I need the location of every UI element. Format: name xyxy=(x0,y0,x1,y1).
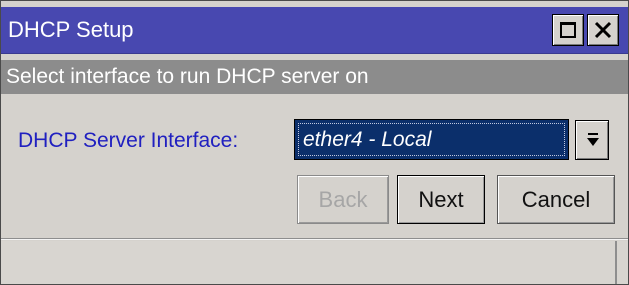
status-bar xyxy=(1,241,628,284)
next-button[interactable]: Next xyxy=(397,175,485,224)
back-button[interactable]: Back xyxy=(297,175,389,224)
maximize-icon xyxy=(560,22,576,38)
window-title: DHCP Setup xyxy=(8,17,134,42)
status-bar-separator xyxy=(615,241,617,284)
dhcp-server-interface-label: DHCP Server Interface: xyxy=(18,129,239,152)
dhcp-server-interface-select[interactable]: ether4 - Local xyxy=(294,119,569,160)
step-description: Select interface to run DHCP server on xyxy=(6,65,369,88)
status-divider xyxy=(1,238,628,240)
interface-dropdown-button[interactable] xyxy=(575,120,609,160)
dropdown-arrow-icon xyxy=(587,133,599,146)
close-button[interactable] xyxy=(587,14,619,46)
close-icon xyxy=(594,21,612,39)
maximize-button[interactable] xyxy=(552,14,584,46)
step-description-bar: Select interface to run DHCP server on xyxy=(1,60,628,94)
selected-interface-value: ether4 - Local xyxy=(303,128,432,151)
dhcp-setup-window: DHCP Setup Select interface to run DHCP … xyxy=(0,0,629,285)
cancel-button[interactable]: Cancel xyxy=(497,175,615,224)
title-bar[interactable]: DHCP Setup xyxy=(1,7,628,54)
